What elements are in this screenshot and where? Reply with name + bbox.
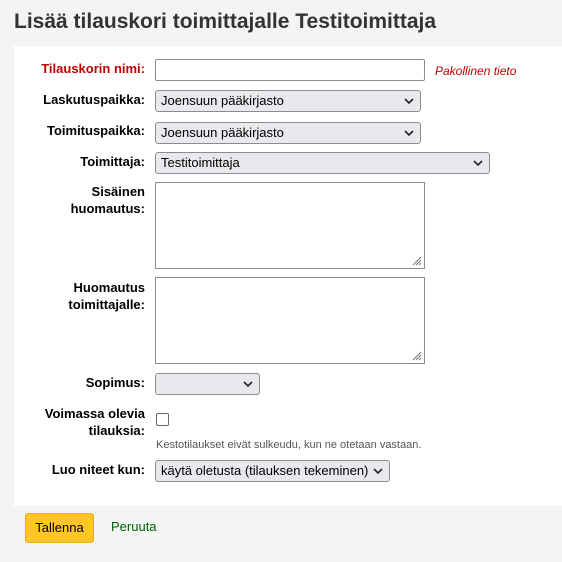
required-hint: Pakollinen tieto — [435, 64, 517, 78]
basket-name-label: Tilauskorin nimi: — [41, 61, 145, 76]
billing-place-label: Laskutuspaikka: — [43, 92, 145, 107]
basket-name-input[interactable] — [155, 59, 425, 81]
vendor-label: Toimittaja: — [80, 154, 145, 169]
contract-select[interactable] — [155, 373, 260, 395]
billing-place-value: Joensuun pääkirjasto — [161, 93, 284, 108]
chevron-down-icon — [404, 98, 414, 104]
standing-orders-label-line2: tilauksia: — [88, 423, 145, 438]
create-items-label: Luo niteet kun: — [51, 462, 145, 477]
chevron-down-icon — [473, 160, 483, 166]
delivery-place-value: Joensuun pääkirjasto — [161, 125, 284, 140]
billing-place-select[interactable]: Joensuun pääkirjasto — [155, 90, 421, 112]
page-title: Lisää tilauskori toimittajalle Testitoim… — [14, 10, 437, 33]
create-items-value: käytä oletusta (tilauksen tekeminen) — [161, 463, 369, 478]
delivery-place-label: Toimituspaikka: — [46, 123, 145, 138]
contract-label: Sopimus: — [85, 375, 145, 390]
vendor-value: Testitoimittaja — [161, 155, 240, 170]
internal-note-textarea[interactable] — [155, 182, 425, 269]
create-items-select[interactable]: käytä oletusta (tilauksen tekeminen) — [155, 460, 390, 482]
basket-form: Tilauskorin nimi: Pakollinen tieto Lasku… — [14, 46, 562, 506]
vendor-select[interactable]: Testitoimittaja — [155, 152, 490, 174]
delivery-place-select[interactable]: Joensuun pääkirjasto — [155, 122, 421, 144]
internal-note-label-line2: huomautus: — [70, 201, 145, 216]
vendor-note-label-line2: toimittajalle: — [68, 297, 145, 312]
standing-orders-checkbox[interactable] — [156, 413, 169, 426]
chevron-down-icon — [373, 468, 383, 474]
vendor-note-label-line1: Huomautus — [73, 280, 146, 295]
chevron-down-icon — [243, 381, 253, 387]
resize-grip-icon[interactable] — [410, 349, 422, 361]
chevron-down-icon — [404, 130, 414, 136]
vendor-note-textarea[interactable] — [155, 277, 425, 364]
internal-note-label-line1: Sisäinen — [91, 184, 145, 199]
save-button[interactable]: Tallenna — [25, 513, 94, 543]
standing-orders-label-line1: Voimassa olevia — [44, 406, 145, 421]
resize-grip-icon[interactable] — [410, 254, 422, 266]
cancel-link[interactable]: Peruuta — [111, 519, 157, 534]
standing-orders-hint: Kestotilaukset eivät sulkeudu, kun ne ot… — [156, 439, 422, 451]
